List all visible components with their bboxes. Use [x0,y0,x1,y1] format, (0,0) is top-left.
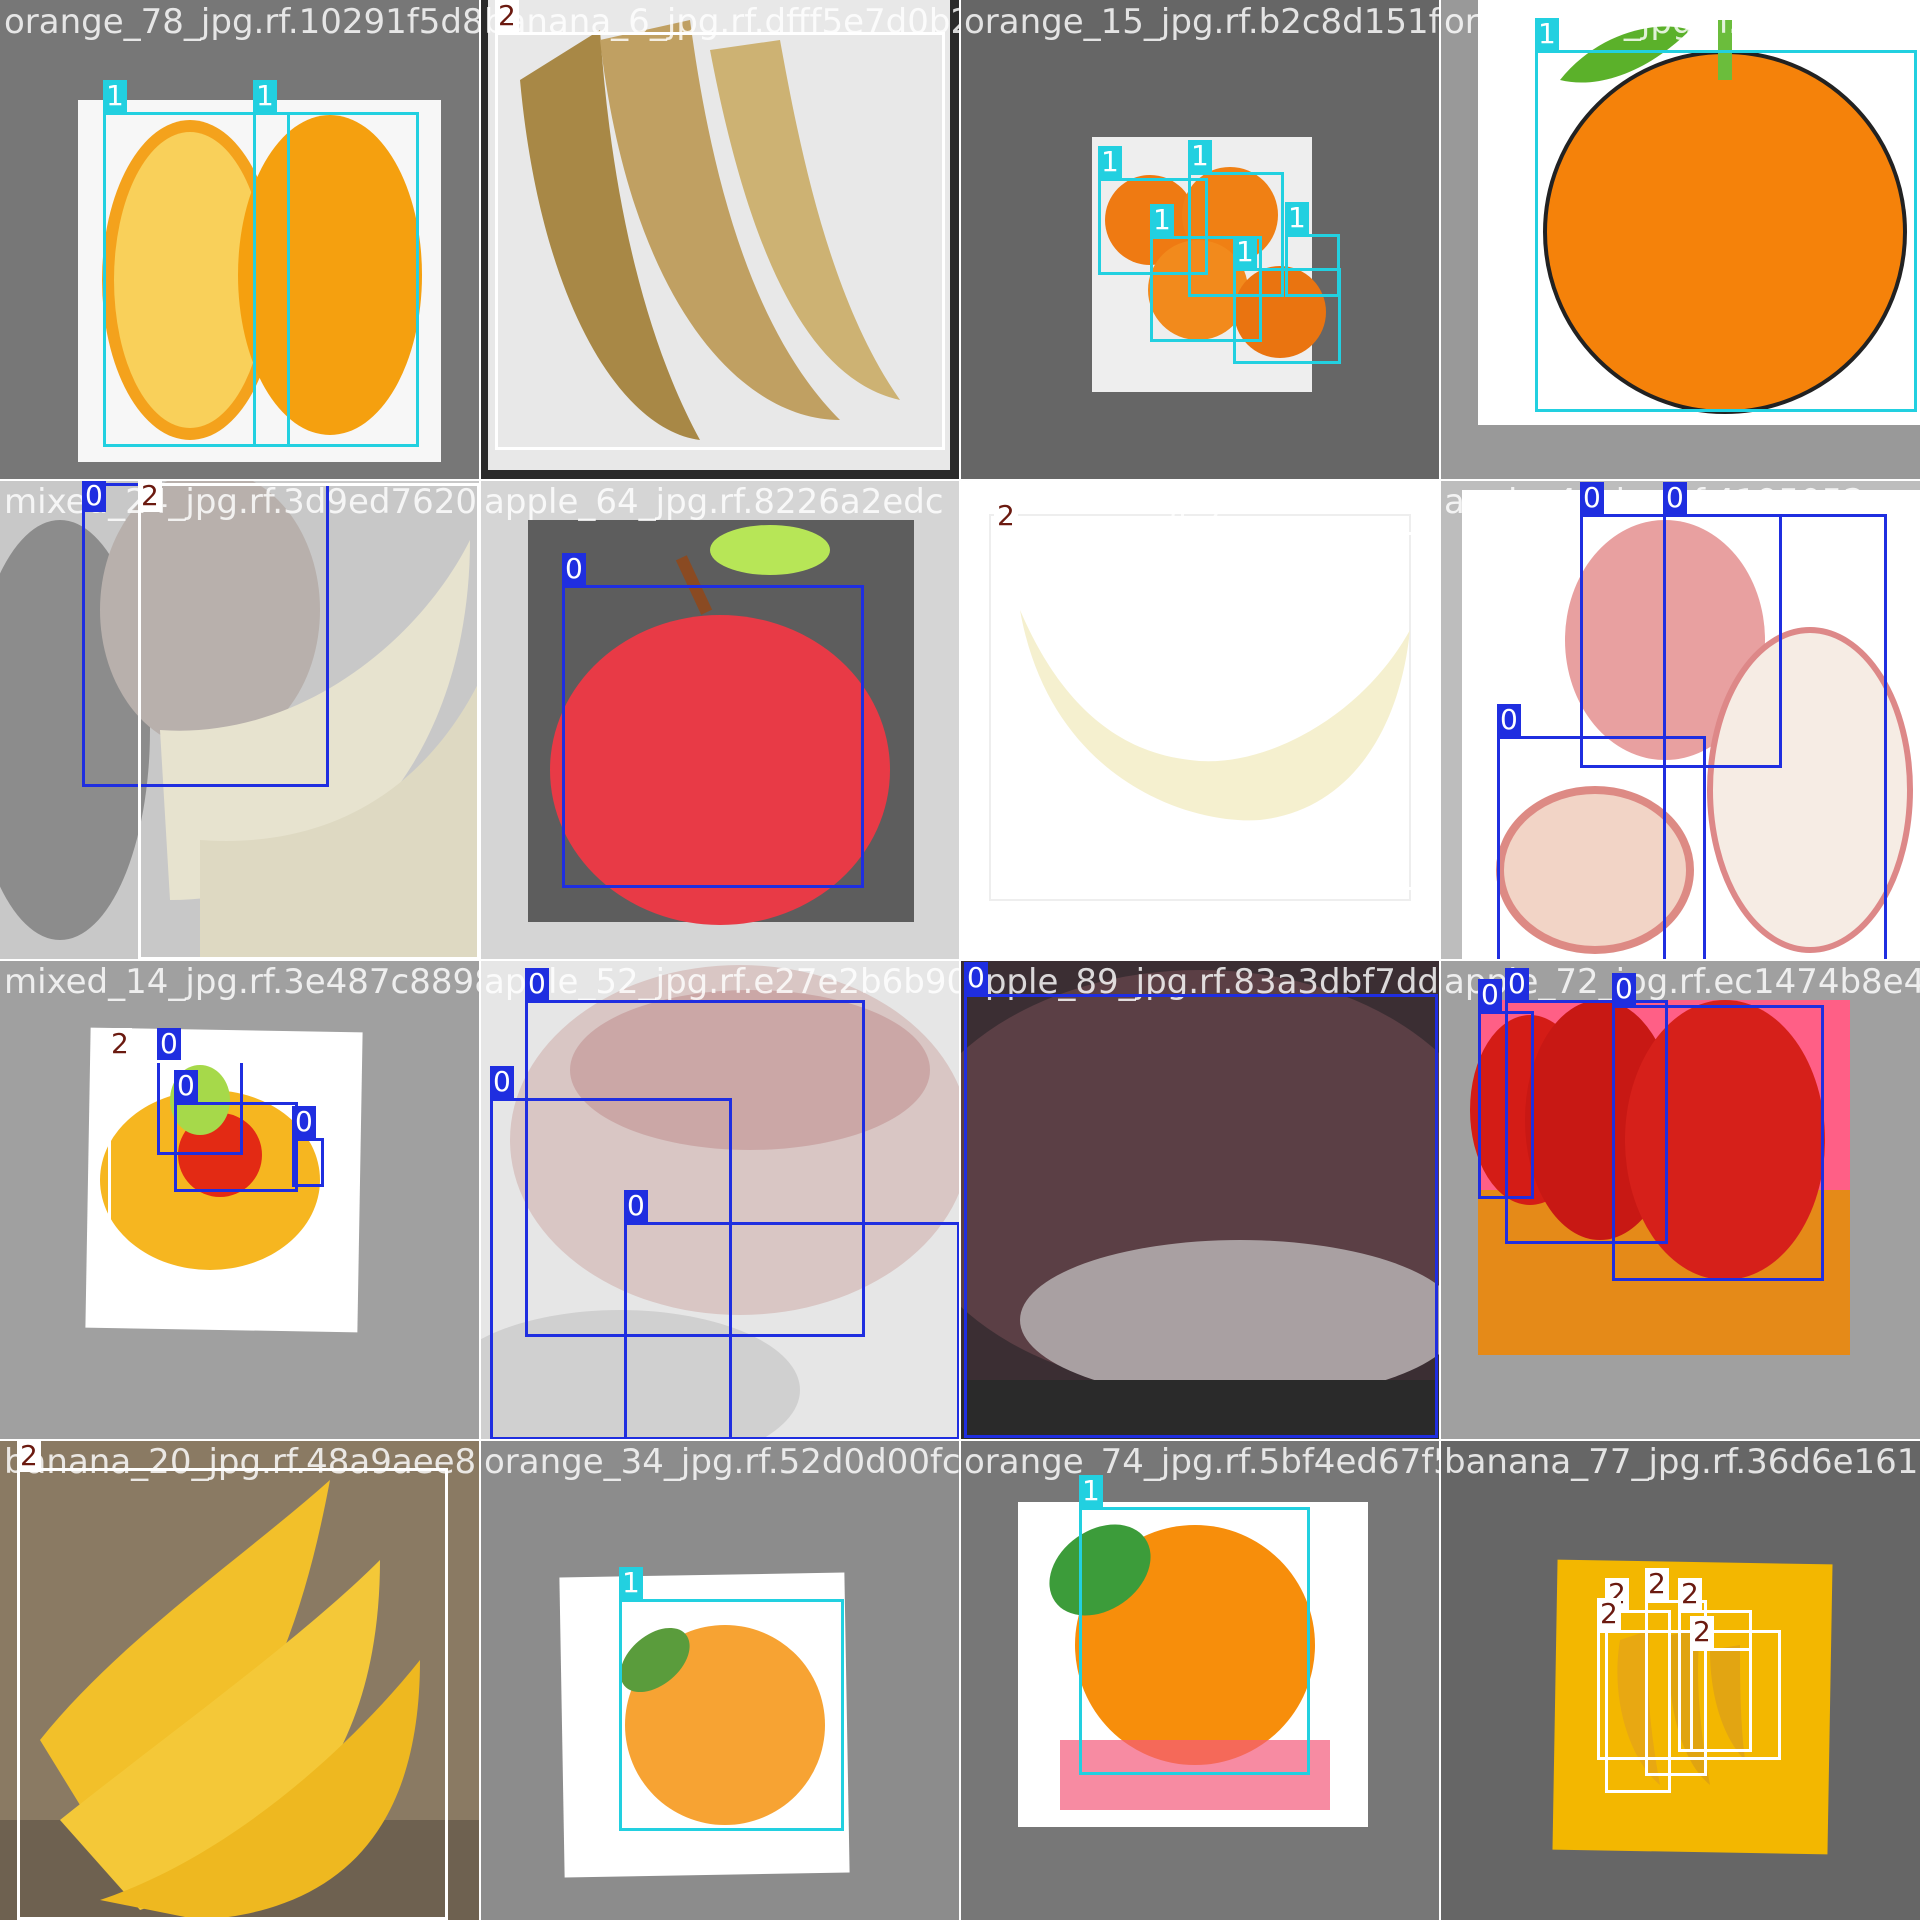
bounding-box [994,532,1414,890]
class-label: 1 [1150,204,1174,236]
class-label: 1 [253,80,277,112]
mosaic-tile: apple_40_jpg.rf.4195052 0 0 0 [1440,480,1920,960]
bounding-box [17,1468,448,1920]
class-label: 0 [562,553,586,585]
class-label: 0 [624,1190,648,1222]
class-label: 2 [1597,1598,1621,1630]
bounding-box [1233,268,1341,364]
mosaic-grid: orange_78_jpg.rf.10291f5d8f 1 1 banana_6_j… [0,0,1920,1920]
class-label: 2 [1690,1616,1714,1648]
class-label: 1 [1285,202,1309,234]
class-label: 0 [490,1066,514,1098]
bounding-box [108,1060,328,1288]
class-label: 0 [1612,973,1636,1005]
bounding-box [1079,1507,1310,1775]
bounding-box [619,1599,844,1831]
mosaic-tile: orange_35_jpg.rf.21bdf33d8 1 [1440,0,1920,480]
mosaic-tile: mixed_14_jpg.rf.3e487c8898 0 0 0 2 [0,960,480,1440]
bounding-box [253,112,419,447]
bounding-box [1497,736,1706,960]
mosaic-tile: banana_6_jpg.rf.dfff5e7d0b252404b754f22 [480,0,960,480]
mosaic-tile: banana_20_jpg.rf.48a9aee8 2 [0,1440,480,1920]
class-label: 1 [619,1567,643,1599]
bounding-box [495,32,945,450]
class-label: 0 [1663,482,1687,514]
class-label: 0 [82,480,106,512]
class-label: 2 [138,480,162,512]
class-label: 0 [157,1028,181,1060]
class-label: 2 [495,0,519,32]
class-label: 2 [994,500,1018,532]
class-label: 0 [1497,704,1521,736]
class-label: 2 [17,1440,41,1472]
mosaic-tile: apple_72_jpg.rf.ec1474b8e4 0 0 0 [1440,960,1920,1440]
mosaic-tile: banana_77_jpg.rf.36d6e161 2 2 2 2 2 [1440,1440,1920,1920]
bounding-box [1535,50,1917,412]
class-label: 1 [1535,18,1559,50]
mosaic-tile: orange_15_jpg.rf.b2c8d151fa7ab0211111 [960,0,1440,480]
class-label: 1 [1098,146,1122,178]
class-label: 0 [1580,482,1604,514]
bounding-box [138,483,480,960]
class-label: 2 [1645,1568,1669,1600]
class-label: 1 [1233,236,1257,268]
mosaic-tile: banana_38_jpg.rf.852da5db 2 [960,480,1440,960]
class-label: 0 [174,1070,198,1102]
bounding-box [562,585,864,888]
class-label: 0 [525,968,549,1000]
class-label: 0 [1478,979,1502,1011]
class-label: 1 [1079,1475,1103,1507]
class-label: 1 [1188,140,1212,172]
mosaic-tile: orange_74_jpg.rf.5bf4ed67f5d 1 [960,1440,1440,1920]
class-label: 0 [292,1106,316,1138]
mosaic-tile: orange_78_jpg.rf.10291f5d8f 1 1 [0,0,480,480]
bounding-box [1597,1630,1781,1760]
class-label: 2 [108,1028,132,1060]
class-label: 2 [1678,1578,1702,1610]
mosaic-tile: mixed_24_jpg.rf.3d9ed7620f 0 2 [0,480,480,960]
class-label: 0 [1505,968,1529,1000]
class-label: 1 [103,80,127,112]
bounding-box [624,1222,960,1440]
grid-seam [1439,0,1441,1920]
grid-seam [0,959,1920,961]
bounding-box [1612,1005,1824,1281]
class-label: 0 [964,962,988,994]
mosaic-tile: orange_34_jpg.rf.52d0d00fc0 1 [480,1440,960,1920]
grid-seam [0,1439,1920,1441]
bounding-box [964,994,1438,1438]
mosaic-tile: apple_89_jpg.rf.83a3dbf7dd 0 [960,960,1440,1440]
mosaic-tile: apple_52_jpg.rf.e27e2b6b908 0 0 0 [480,960,960,1440]
mosaic-tile: apple_64_jpg.rf.8226a2edc 0 [480,480,960,960]
